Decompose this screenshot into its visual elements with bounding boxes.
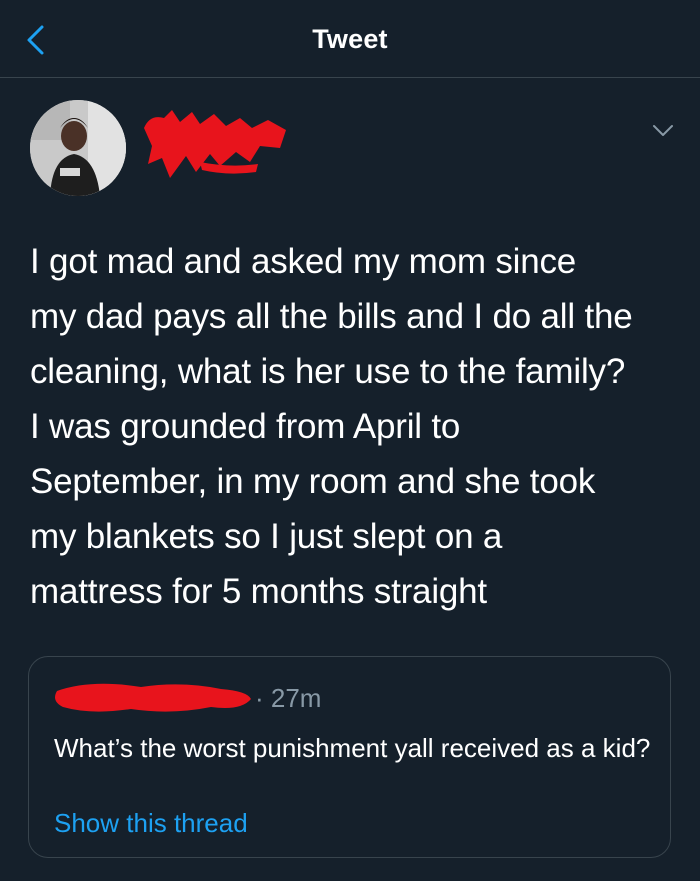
name-redaction	[144, 110, 286, 178]
quoted-tweet-card[interactable]: · 27m What’s the worst punishment yall r…	[28, 656, 671, 858]
quoted-timestamp: · 27m	[255, 683, 322, 713]
name-redaction	[55, 683, 251, 712]
tweet-text: I got mad and asked my mom since my dad …	[30, 242, 633, 611]
quoted-tweet-text: What’s the worst punishment yall receive…	[54, 733, 651, 763]
quoted-author-name	[51, 677, 257, 717]
page-title: Tweet	[312, 24, 388, 54]
tweet-menu-button[interactable]	[650, 120, 676, 140]
top-bar: Tweet	[0, 0, 700, 78]
avatar[interactable]	[30, 100, 126, 196]
author-name[interactable]	[140, 106, 290, 182]
chevron-down-icon	[653, 125, 673, 136]
show-thread-link[interactable]: Show this thread	[54, 808, 248, 839]
